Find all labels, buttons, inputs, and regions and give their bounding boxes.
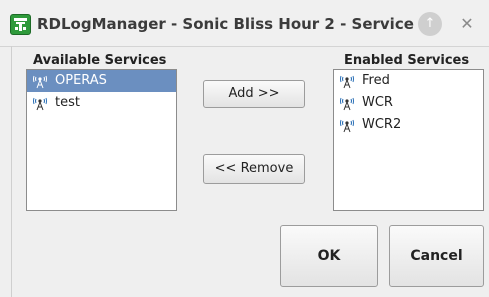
available-services-label: Available Services xyxy=(33,53,167,68)
cancel-button[interactable]: Cancel xyxy=(389,225,484,287)
available-services-list[interactable]: OPERAS test xyxy=(26,69,177,211)
add-button[interactable]: Add >> xyxy=(203,80,305,108)
list-item[interactable]: test xyxy=(27,92,176,114)
service-name: OPERAS xyxy=(55,73,107,88)
remove-button[interactable]: << Remove xyxy=(203,154,305,184)
service-tower-icon xyxy=(33,75,47,89)
service-name: test xyxy=(55,95,80,110)
service-name: WCR xyxy=(362,95,393,110)
window-close-button[interactable]: ✕ xyxy=(455,12,479,36)
enabled-services-list[interactable]: Fred WCR WCR2 xyxy=(333,69,484,211)
window-frame-edge xyxy=(0,46,12,297)
service-name: Fred xyxy=(362,73,390,88)
ok-button[interactable]: OK xyxy=(280,225,378,287)
service-tower-icon xyxy=(340,119,354,133)
list-item[interactable]: Fred xyxy=(334,70,483,92)
service-tower-icon xyxy=(340,97,354,111)
close-icon: ✕ xyxy=(460,14,474,33)
title-bar[interactable]: RDLogManager - Sonic Bliss Hour 2 - Serv… xyxy=(0,0,489,47)
list-item[interactable]: WCR xyxy=(334,92,483,114)
service-tower-icon xyxy=(340,75,354,89)
rdlogmanager-app-icon xyxy=(10,14,31,35)
list-item[interactable]: WCR2 xyxy=(334,114,483,136)
service-name: WCR2 xyxy=(362,117,402,132)
list-item[interactable]: OPERAS xyxy=(27,70,176,92)
service-tower-icon xyxy=(33,97,47,111)
window-title: RDLogManager - Sonic Bliss Hour 2 - Serv… xyxy=(37,15,427,33)
enabled-services-label: Enabled Services xyxy=(344,53,470,68)
service-associations-dialog: RDLogManager - Sonic Bliss Hour 2 - Serv… xyxy=(0,0,489,297)
arrow-up-icon: ↑ xyxy=(424,16,436,31)
window-up-button[interactable]: ↑ xyxy=(418,12,442,36)
